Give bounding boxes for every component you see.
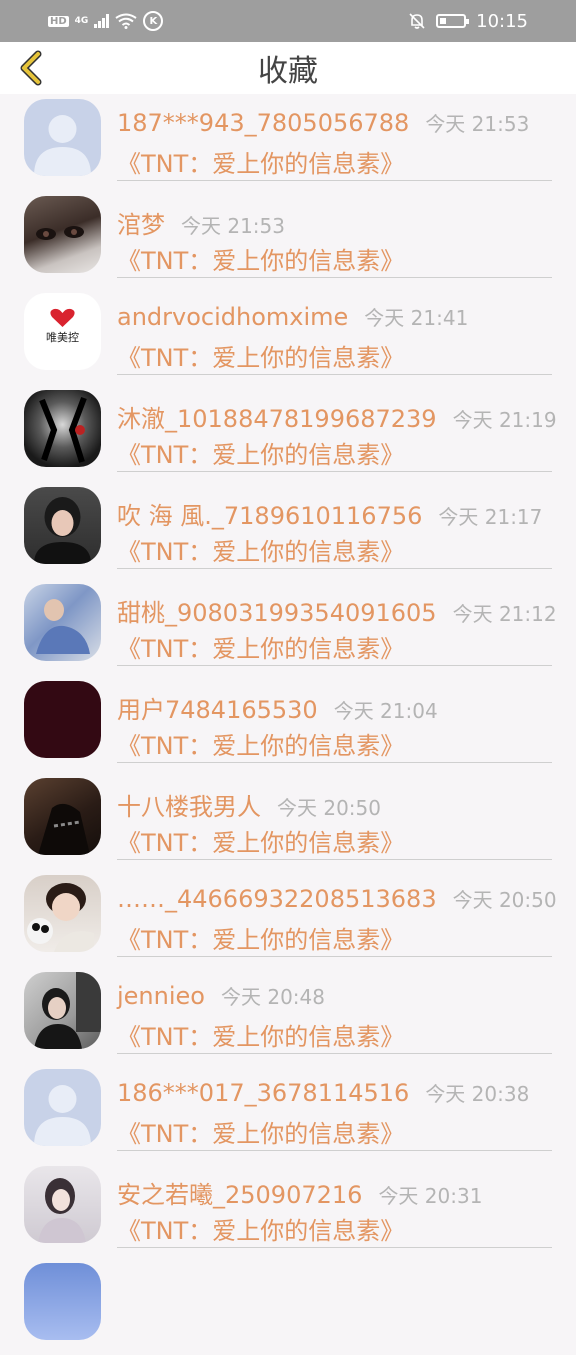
timestamp: 今天 20:48 [220,985,325,1009]
timestamp: 今天 20:31 [378,1184,483,1208]
list-item[interactable]: 沐澈_10188478199687239 今天 21:19 《TNT：爱上你的信息… [0,385,576,482]
book-title[interactable]: 《TNT：爱上你的信息素》 [117,726,404,761]
divider [117,1150,552,1151]
user-name[interactable]: 186***017_3678114516 [117,1079,409,1107]
favorites-list: 187***943_7805056788 今天 21:53 《TNT：爱上你的信息… [0,94,576,1355]
list-item[interactable]: 187***943_7805056788 今天 21:53 《TNT：爱上你的信息… [0,94,576,191]
list-item[interactable]: 用户7484165530 今天 21:04 《TNT：爱上你的信息素》 [0,676,576,773]
timestamp: 今天 21:19 [452,408,557,432]
status-bar: HD 4G K 10:15 [0,0,576,42]
nav-bar: 收藏 [0,42,576,94]
mute-icon [409,13,425,29]
user-name[interactable]: 吹 海 風._7189610116756 [117,496,422,531]
timestamp: 今天 21:17 [438,505,543,529]
chevron-left-icon[interactable] [14,50,50,86]
user-avatar[interactable] [24,972,101,1049]
book-title[interactable]: 《TNT：爱上你的信息素》 [117,920,404,955]
divider [117,277,552,278]
book-title[interactable]: 《TNT：爱上你的信息素》 [117,144,404,179]
timestamp: 今天 20:38 [425,1082,530,1106]
book-title[interactable]: 《TNT：爱上你的信息素》 [117,629,404,664]
user-name[interactable]: 十八楼我男人 [117,787,261,822]
divider [117,180,552,181]
timestamp: 今天 21:41 [364,306,469,330]
user-avatar[interactable]: 唯美控 [24,293,101,370]
list-item[interactable] [0,1258,576,1355]
divider [117,568,552,569]
list-item[interactable]: 十八楼我男人 今天 20:50 《TNT：爱上你的信息素》 [0,773,576,870]
book-title[interactable]: 《TNT：爱上你的信息素》 [117,1114,404,1149]
status-right: 10:15 [408,11,528,32]
book-title[interactable]: 《TNT：爱上你的信息素》 [117,532,404,567]
book-title[interactable]: 《TNT：爱上你的信息素》 [117,1017,404,1052]
list-item[interactable]: 涫梦 今天 21:53 《TNT：爱上你的信息素》 [0,191,576,288]
k-icon: K [143,11,164,31]
hd-icon: HD [48,15,69,27]
list-item[interactable]: jennieo 今天 20:48 《TNT：爱上你的信息素》 [0,967,576,1064]
user-avatar[interactable] [24,487,101,564]
book-title[interactable]: 《TNT：爱上你的信息素》 [117,241,404,276]
book-title[interactable]: 《TNT：爱上你的信息素》 [117,1211,404,1246]
user-name[interactable]: 安之若曦_250907216 [117,1175,362,1210]
default-avatar[interactable] [24,1069,101,1146]
divider [117,471,552,472]
user-name[interactable]: 187***943_7805056788 [117,109,409,137]
user-avatar[interactable] [24,778,101,855]
user-avatar[interactable] [24,196,101,273]
divider [117,762,552,763]
list-item[interactable]: 甜桃_90803199354091605 今天 21:12 《TNT：爱上你的信息… [0,579,576,676]
divider [117,374,552,375]
timestamp: 今天 21:12 [452,602,557,626]
page-title: 收藏 [258,54,318,89]
user-name[interactable]: jennieo [117,982,205,1010]
user-avatar[interactable] [24,584,101,661]
user-avatar[interactable] [24,390,101,467]
user-name[interactable]: 甜桃_90803199354091605 [117,593,437,628]
timestamp: 今天 20:50 [277,796,381,820]
book-title[interactable]: 《TNT：爱上你的信息素》 [117,435,404,470]
user-name[interactable]: 用户7484165530 [117,690,318,725]
timestamp: 今天 21:04 [333,699,438,723]
book-title[interactable]: 《TNT：爱上你的信息素》 [117,338,404,373]
user-avatar[interactable] [24,681,101,758]
timestamp: 今天 21:53 [425,112,530,136]
status-left: HD 4G K [48,11,164,31]
timestamp: 今天 20:50 [452,888,557,912]
divider [117,956,552,957]
user-name[interactable]: ……_44666932208513683 [117,885,437,913]
user-avatar[interactable] [24,1166,101,1243]
user-name[interactable]: 涫梦 [117,205,165,240]
divider [117,665,552,666]
wifi-icon [115,13,137,29]
book-title[interactable]: 《TNT：爱上你的信息素》 [117,823,404,858]
user-name[interactable]: 沐澈_10188478199687239 [117,399,437,434]
user-avatar[interactable] [24,875,101,952]
list-item[interactable]: 吹 海 風._7189610116756 今天 21:17 《TNT：爱上你的信息… [0,482,576,579]
timestamp: 今天 21:53 [181,214,285,238]
avatar-logo-text: 唯美控 [46,330,79,344]
divider [117,1247,552,1248]
list-item[interactable]: ……_44666932208513683 今天 20:50 《TNT：爱上你的信息… [0,870,576,967]
list-item[interactable]: 安之若曦_250907216 今天 20:31 《TNT：爱上你的信息素》 [0,1161,576,1258]
battery-icon [436,14,470,28]
list-item[interactable]: 唯美控 andrvocidhomxime 今天 21:41 《TNT：爱上你的信息… [0,288,576,385]
signal-icon [94,14,110,28]
list-item[interactable]: 186***017_3678114516 今天 20:38 《TNT：爱上你的信息… [0,1064,576,1161]
divider [117,1053,552,1054]
status-time: 10:15 [476,10,528,32]
user-avatar[interactable] [24,1263,101,1340]
default-avatar[interactable] [24,99,101,176]
divider [117,859,552,860]
user-name[interactable]: andrvocidhomxime [117,303,348,331]
signal-type: 4G [74,16,89,26]
